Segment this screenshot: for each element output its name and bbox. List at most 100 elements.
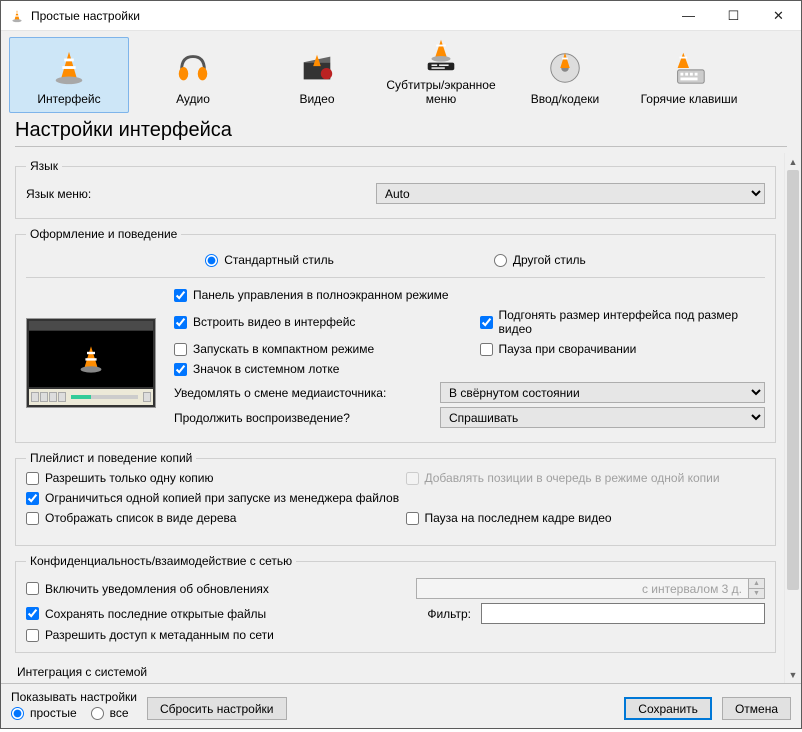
checkbox-input[interactable] bbox=[26, 607, 39, 620]
radio-label: все bbox=[110, 706, 129, 720]
check-pause-last-frame[interactable]: Пауза на последнем кадре видео bbox=[406, 511, 766, 525]
radio-input[interactable] bbox=[11, 707, 24, 720]
checkbox-input[interactable] bbox=[174, 363, 187, 376]
continue-combo[interactable]: Спрашивать bbox=[440, 407, 765, 428]
checkbox-label: Разрешить доступ к метаданным по сети bbox=[45, 628, 274, 642]
check-resize-interface[interactable]: Подгонять размер интерфейса под размер в… bbox=[480, 308, 766, 336]
checkbox-input[interactable] bbox=[480, 316, 493, 329]
continue-label: Продолжить воспроизведение? bbox=[174, 411, 430, 425]
cone-icon bbox=[49, 48, 89, 88]
category-label: Ввод/кодеки bbox=[531, 92, 599, 106]
subtitle-icon bbox=[421, 36, 461, 74]
group-privacy: Конфиденциальность/взаимодействие с сеть… bbox=[15, 554, 776, 653]
check-tree-view[interactable]: Отображать список в виде дерева bbox=[26, 511, 386, 525]
footer: Показывать настройки простые все Сбросит… bbox=[1, 683, 801, 728]
language-label: Язык меню: bbox=[26, 187, 376, 201]
category-bar: Интерфейс Аудио Видео Субтитры/экранное … bbox=[1, 31, 801, 113]
checkbox-input[interactable] bbox=[174, 343, 187, 356]
page-title: Настройки интерфейса bbox=[1, 113, 801, 146]
category-audio[interactable]: Аудио bbox=[133, 37, 253, 113]
spinner-value: с интервалом 3 д. bbox=[421, 582, 760, 596]
check-save-recent[interactable]: Сохранять последние открытые файлы bbox=[26, 607, 406, 621]
radio-custom-style[interactable]: Другой стиль bbox=[494, 253, 586, 267]
filter-input[interactable] bbox=[481, 603, 765, 624]
spinner-up: ▲ bbox=[748, 579, 764, 588]
preferences-window: Простые настройки — ☐ ✕ Интерфейс Аудио … bbox=[0, 0, 802, 729]
category-label: Интерфейс bbox=[37, 92, 100, 106]
category-video[interactable]: Видео bbox=[257, 37, 377, 113]
vertical-scrollbar[interactable]: ▲ ▼ bbox=[784, 153, 801, 683]
language-combo[interactable]: Auto bbox=[376, 183, 765, 204]
headphones-icon bbox=[173, 48, 213, 88]
group-look: Оформление и поведение Стандартный стиль… bbox=[15, 227, 776, 443]
radio-simple[interactable]: простые bbox=[11, 706, 77, 720]
check-metadata-net[interactable]: Разрешить доступ к метаданным по сети bbox=[26, 628, 765, 642]
checkbox-label: Панель управления в полноэкранном режиме bbox=[193, 288, 449, 302]
titlebar-title: Простые настройки bbox=[27, 9, 666, 23]
checkbox-input[interactable] bbox=[174, 316, 187, 329]
check-pause-minimize[interactable]: Пауза при сворачивании bbox=[480, 342, 766, 356]
group-os-integration-legend: Интеграция с системой bbox=[15, 661, 776, 679]
checkbox-input bbox=[406, 472, 419, 485]
preview-panel bbox=[26, 288, 174, 432]
show-settings-label: Показывать настройки bbox=[11, 690, 137, 704]
checkbox-label: Добавлять позиции в очередь в режиме одн… bbox=[425, 471, 720, 485]
titlebar: Простые настройки — ☐ ✕ bbox=[1, 1, 801, 31]
cone-icon bbox=[75, 343, 107, 375]
checkbox-input[interactable] bbox=[26, 512, 39, 525]
checkbox-input[interactable] bbox=[174, 289, 187, 302]
check-one-instance[interactable]: Разрешить только одну копию bbox=[26, 471, 386, 485]
checkbox-input[interactable] bbox=[26, 492, 39, 505]
checkbox-label: Сохранять последние открытые файлы bbox=[45, 607, 266, 621]
radio-all[interactable]: все bbox=[91, 706, 129, 720]
minimize-button[interactable]: — bbox=[666, 1, 711, 31]
checkbox-input[interactable] bbox=[26, 582, 39, 595]
checkbox-label: Отображать список в виде дерева bbox=[45, 511, 236, 525]
scroll-up-icon[interactable]: ▲ bbox=[785, 153, 801, 170]
checkbox-label: Разрешить только одну копию bbox=[45, 471, 213, 485]
radio-label: Другой стиль bbox=[513, 253, 586, 267]
check-minimal-view[interactable]: Запускать в компактном режиме bbox=[174, 342, 460, 356]
maximize-button[interactable]: ☐ bbox=[711, 1, 756, 31]
update-interval-spinner: с интервалом 3 д. ▲▼ bbox=[416, 578, 765, 599]
radio-input[interactable] bbox=[91, 707, 104, 720]
checkbox-label: Пауза при сворачивании bbox=[499, 342, 637, 356]
scroll-track[interactable] bbox=[785, 170, 801, 666]
checkbox-input[interactable] bbox=[26, 472, 39, 485]
check-enqueue-one: Добавлять позиции в очередь в режиме одн… bbox=[406, 471, 766, 485]
group-playlist: Плейлист и поведение копий Разрешить тол… bbox=[15, 451, 776, 546]
category-hotkeys[interactable]: Горячие клавиши bbox=[629, 37, 749, 113]
cancel-button[interactable]: Отмена bbox=[722, 697, 791, 720]
check-updates[interactable]: Включить уведомления об обновлениях bbox=[26, 582, 406, 596]
checkbox-label: Включить уведомления об обновлениях bbox=[45, 582, 269, 596]
check-embed-video[interactable]: Встроить видео в интерфейс bbox=[174, 308, 460, 336]
checkbox-input[interactable] bbox=[26, 629, 39, 642]
scroll-down-icon[interactable]: ▼ bbox=[785, 666, 801, 683]
save-button[interactable]: Сохранить bbox=[624, 697, 712, 720]
check-one-from-file[interactable]: Ограничиться одной копией при запуске из… bbox=[26, 491, 765, 505]
scroll-thumb[interactable] bbox=[787, 170, 799, 590]
close-button[interactable]: ✕ bbox=[756, 1, 801, 31]
check-fs-controller[interactable]: Панель управления в полноэкранном режиме bbox=[174, 288, 765, 302]
checkbox-input[interactable] bbox=[406, 512, 419, 525]
category-label: Горячие клавиши bbox=[641, 92, 738, 106]
app-icon bbox=[7, 9, 27, 23]
notify-combo[interactable]: В свёрнутом состоянии bbox=[440, 382, 765, 403]
radio-input[interactable] bbox=[205, 254, 218, 267]
category-subtitles[interactable]: Субтитры/экранное меню bbox=[381, 37, 501, 113]
checkbox-input[interactable] bbox=[480, 343, 493, 356]
interface-preview bbox=[26, 318, 156, 408]
category-interface[interactable]: Интерфейс bbox=[9, 37, 129, 113]
checkbox-label: Встроить видео в интерфейс bbox=[193, 315, 355, 329]
filter-label: Фильтр: bbox=[416, 607, 471, 621]
reset-button[interactable]: Сбросить настройки bbox=[147, 697, 286, 720]
group-language: Язык Язык меню: Auto bbox=[15, 159, 776, 219]
radio-input[interactable] bbox=[494, 254, 507, 267]
category-input[interactable]: Ввод/кодеки bbox=[505, 37, 625, 113]
group-legend: Оформление и поведение bbox=[26, 227, 181, 241]
check-systray[interactable]: Значок в системном лотке bbox=[174, 362, 765, 376]
category-label: Субтитры/экранное меню bbox=[384, 78, 498, 106]
spinner-down: ▼ bbox=[748, 588, 764, 598]
radio-label: простые bbox=[30, 706, 77, 720]
radio-native-style[interactable]: Стандартный стиль bbox=[205, 253, 334, 267]
